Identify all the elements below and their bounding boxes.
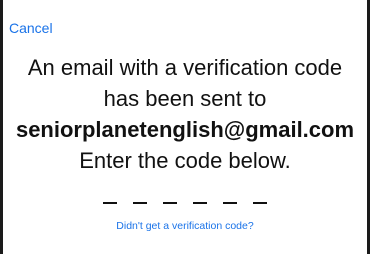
- resend-code-link[interactable]: Didn't get a verification code?: [0, 220, 370, 232]
- frame-left-edge: [0, 0, 3, 254]
- code-digit-3[interactable]: [163, 176, 177, 204]
- message-line-1: An email with a verification code: [27, 55, 343, 80]
- code-digit-5[interactable]: [223, 176, 237, 204]
- code-digit-2[interactable]: [133, 176, 147, 204]
- cancel-button[interactable]: Cancel: [9, 20, 53, 36]
- verification-code-input: [0, 176, 370, 204]
- message-line-4: Enter the code below.: [79, 148, 291, 173]
- code-digit-6[interactable]: [253, 176, 267, 204]
- code-digit-4[interactable]: [193, 176, 207, 204]
- code-digit-1[interactable]: [103, 176, 117, 204]
- message-line-2: has been sent to: [103, 86, 267, 111]
- verification-message: An email with a verification code has be…: [6, 52, 364, 176]
- email-address: seniorplanetenglish@gmail.com: [15, 117, 355, 142]
